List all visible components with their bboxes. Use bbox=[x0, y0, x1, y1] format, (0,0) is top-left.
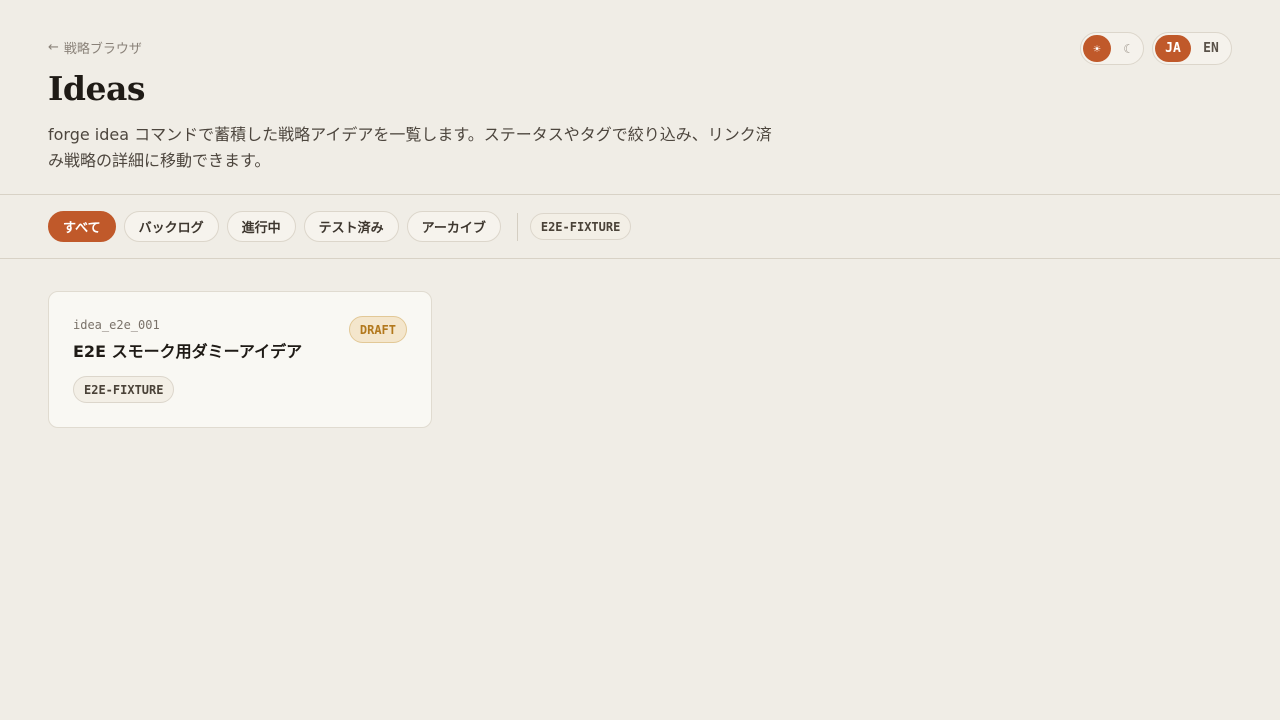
lang-ja-button[interactable]: JA bbox=[1155, 35, 1191, 62]
filter-archive[interactable]: アーカイブ bbox=[406, 211, 501, 242]
filter-backlog[interactable]: バックログ bbox=[123, 211, 219, 242]
idea-tags: E2E-FIXTURE bbox=[73, 376, 407, 403]
idea-tag[interactable]: E2E-FIXTURE bbox=[73, 376, 175, 403]
back-link-label: 戦略ブラウザ bbox=[63, 42, 142, 57]
arrow-left-icon: ← bbox=[48, 40, 59, 55]
page-description: forge idea コマンドで蓄積した戦略アイデアを一覧します。ステータスやタ… bbox=[48, 125, 772, 170]
page-title: Ideas bbox=[48, 69, 145, 108]
filter-separator bbox=[516, 212, 518, 241]
light-theme-button[interactable]: ☀ bbox=[1083, 35, 1111, 62]
idea-card[interactable]: idea_e2e_001 E2E スモーク用ダミーアイデア DRAFT E2E-… bbox=[48, 291, 432, 428]
filter-tested[interactable]: テスト済み bbox=[303, 211, 399, 242]
language-toggle: JA EN bbox=[1152, 32, 1232, 65]
filter-in-progress[interactable]: 進行中 bbox=[226, 211, 296, 242]
filter-all[interactable]: すべて bbox=[48, 211, 116, 242]
status-badge: DRAFT bbox=[348, 316, 407, 343]
tag-filter-e2e-fixture[interactable]: E2E-FIXTURE bbox=[529, 213, 632, 240]
sun-icon: ☀ bbox=[1093, 41, 1101, 56]
dark-theme-button[interactable]: ☾ bbox=[1113, 35, 1141, 62]
page-header: ← 戦略ブラウザ Ideas forge idea コマンドで蓄積した戦略アイデ… bbox=[0, 0, 1280, 194]
theme-toggle: ☀ ☾ bbox=[1080, 32, 1144, 65]
header-controls: ☀ ☾ JA EN bbox=[1080, 32, 1232, 65]
filter-bar: すべて バックログ 進行中 テスト済み アーカイブ E2E-FIXTURE bbox=[0, 195, 1280, 258]
moon-icon: ☾ bbox=[1123, 41, 1131, 56]
lang-en-button[interactable]: EN bbox=[1193, 35, 1229, 62]
ideas-grid: idea_e2e_001 E2E スモーク用ダミーアイデア DRAFT E2E-… bbox=[0, 259, 1280, 460]
back-link[interactable]: ← 戦略ブラウザ bbox=[48, 38, 142, 57]
